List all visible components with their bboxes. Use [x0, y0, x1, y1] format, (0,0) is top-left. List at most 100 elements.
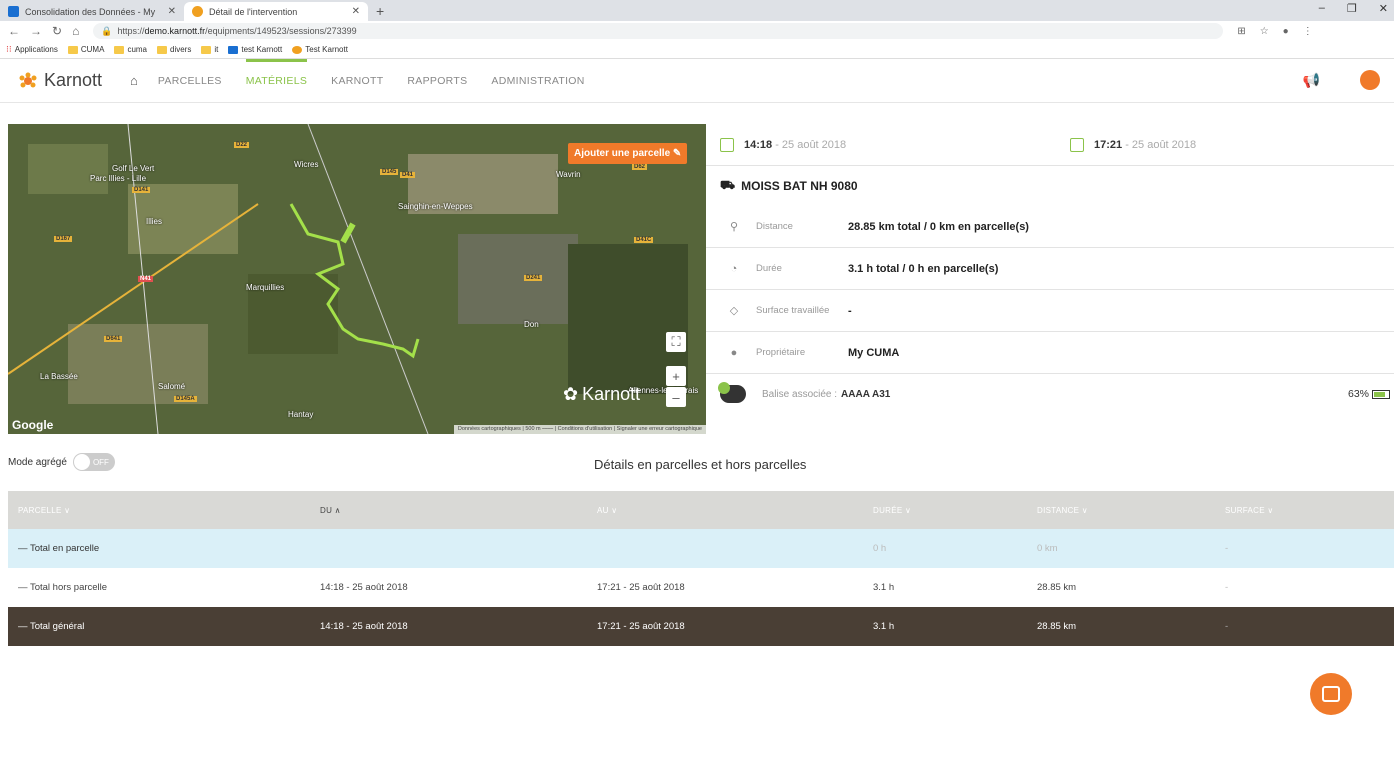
- restore-icon[interactable]: ❐: [1347, 2, 1357, 15]
- nav-rapports[interactable]: RAPPORTS: [407, 59, 467, 103]
- app-navbar: Karnott ⌂ PARCELLES MATÉRIELS KARNOTT RA…: [0, 58, 1394, 103]
- minimize-icon[interactable]: –: [1319, 2, 1325, 15]
- map-view[interactable]: Golf Le Vert Parc Illies - Lille Illies …: [8, 124, 706, 434]
- bookmark-cuma-lower[interactable]: cuma: [114, 45, 147, 54]
- road-label: D145: [380, 169, 399, 175]
- karnott-logo[interactable]: Karnott: [18, 70, 102, 91]
- beacon-row: Balise associée : AAAA A31 63%: [706, 374, 1394, 414]
- table-row-total[interactable]: — Total général 14:18 - 25 août 2018 17:21…: [8, 607, 1394, 646]
- brand-name: Karnott: [44, 70, 103, 90]
- reload-icon[interactable]: ↻: [52, 24, 62, 38]
- col-duree[interactable]: DURÉE ∨: [873, 491, 1037, 529]
- bookmark-cuma[interactable]: CUMA: [67, 45, 104, 54]
- zoom-out-button[interactable]: –: [666, 387, 686, 407]
- owner-row: ● Propriétaire My CUMA: [706, 332, 1394, 374]
- map-attribution[interactable]: Données cartographiques | 500 m ⎯⎯⎯⎯ | C…: [453, 425, 706, 434]
- browser-tab-detail[interactable]: Détail de l'intervention ✕: [184, 2, 368, 21]
- table-header: PARCELLE ∨ DU ∧ AU ∨ DURÉE ∨ DISTANCE ∨ …: [8, 491, 1394, 529]
- close-tab-icon[interactable]: ✕: [352, 6, 360, 17]
- end-datetime: 17:21 - 25 août 2018: [1094, 138, 1197, 151]
- chat-launcher-button[interactable]: [1310, 673, 1352, 715]
- road-label: D167: [54, 236, 73, 242]
- layers-icon: ◇: [729, 305, 739, 317]
- back-icon[interactable]: ←: [8, 24, 20, 38]
- col-surface[interactable]: SURFACE ∨: [1225, 491, 1394, 529]
- bookmark-divers[interactable]: divers: [157, 45, 191, 54]
- bookmark-test-karnott-2[interactable]: Test Karnott: [292, 45, 348, 54]
- map-label: Golf Le Vert: [112, 164, 155, 173]
- beacon-id: AAAA A31: [841, 388, 891, 400]
- browser-tab-consolidation[interactable]: Consolidation des Données - My ✕: [0, 2, 184, 21]
- road-label: N41: [138, 276, 154, 282]
- calendar-icon: [1070, 137, 1084, 152]
- close-window-icon[interactable]: ✕: [1379, 2, 1388, 15]
- url-scheme: https://: [117, 26, 145, 36]
- karnott-logo-icon: [19, 72, 37, 87]
- user-avatar-icon[interactable]: [1360, 70, 1380, 90]
- map-label: Wavrin: [556, 170, 581, 179]
- home-nav-icon[interactable]: ⌂: [130, 73, 138, 88]
- road-label: D141: [132, 187, 151, 193]
- clock-icon: ◔: [730, 262, 738, 275]
- battery-icon: [1372, 389, 1390, 399]
- profile-icon[interactable]: ⋮: [1303, 26, 1313, 37]
- extension-icon[interactable]: ●: [1283, 26, 1289, 37]
- chat-icon: [1322, 686, 1340, 702]
- map-label: Sainghin-en-Weppes: [398, 202, 473, 211]
- bookmark-test-karnott[interactable]: test Karnott: [228, 45, 282, 54]
- session-dates: 14:18 - 25 août 2018 17:21 - 25 août 201…: [706, 124, 1394, 166]
- road-label: D22: [234, 142, 250, 148]
- nav-karnott[interactable]: KARNOTT: [331, 59, 383, 103]
- bookmark-it[interactable]: it: [201, 45, 218, 54]
- session-info-panel: 14:18 - 25 août 2018 17:21 - 25 août 201…: [706, 124, 1394, 414]
- col-au[interactable]: AU ∨: [597, 491, 873, 529]
- surface-row: ◇ Surface travaillée -: [706, 290, 1394, 332]
- map-label: Marquillies: [246, 283, 285, 292]
- karnott-favicon-icon: [192, 6, 203, 17]
- battery-level: 63%: [1348, 388, 1390, 400]
- url-path: /equipments/149523/sessions/273399: [205, 26, 357, 36]
- browser-tab-strip: Consolidation des Données - My ✕ Détail d…: [0, 0, 1394, 21]
- url-input[interactable]: 🔒 https://demo.karnott.fr/equipments/1495…: [93, 23, 1224, 39]
- forward-icon[interactable]: →: [30, 24, 42, 38]
- folder-icon: [67, 45, 78, 54]
- nav-administration[interactable]: ADMINISTRATION: [491, 59, 584, 103]
- address-bar: ← → ↻ ⌂ 🔒 https://demo.karnott.fr/equipments…: [0, 21, 1394, 41]
- road-label: D641: [104, 336, 123, 342]
- aggregated-mode: Mode agrégé OFF: [8, 453, 115, 471]
- nav-materiels[interactable]: MATÉRIELS: [245, 58, 308, 103]
- translate-icon[interactable]: ⊞: [1237, 26, 1245, 37]
- start-datetime: 14:18 - 25 août 2018: [744, 138, 847, 151]
- new-tab-button[interactable]: +: [376, 3, 384, 19]
- road-label: D145A: [174, 396, 197, 402]
- home-icon[interactable]: ⌂: [72, 24, 79, 38]
- karnott-favicon-icon: [8, 6, 19, 17]
- karnott-watermark: ✿ Karnott: [563, 384, 641, 404]
- bookmark-star-icon[interactable]: ☆: [1260, 26, 1269, 37]
- map-label: Parc Illies - Lille: [90, 174, 147, 183]
- table-row[interactable]: — Total en parcelle 0 h0 km -: [8, 529, 1394, 568]
- bookmark-applications[interactable]: ⁝⁝ Applications: [6, 44, 58, 55]
- table-row[interactable]: — Total hors parcelle 14:18 - 25 août 201…: [8, 568, 1394, 607]
- map-label: Hantay: [288, 410, 314, 419]
- map-label: Salomé: [158, 382, 186, 391]
- karnott-favicon-icon: [228, 45, 239, 54]
- close-tab-icon[interactable]: ✕: [168, 6, 176, 17]
- nav-parcelles[interactable]: PARCELLES: [158, 59, 222, 103]
- window-controls: – ❐ ✕: [1319, 2, 1388, 15]
- google-logo: Google: [12, 418, 54, 432]
- col-parcelle[interactable]: PARCELLE ∨: [8, 491, 320, 529]
- col-distance[interactable]: DISTANCE ∨: [1037, 491, 1225, 529]
- distance-row: ⚲ Distance 28.85 km total / 0 km en parcel…: [706, 206, 1394, 248]
- col-du[interactable]: DU ∧: [320, 491, 597, 529]
- fullscreen-button[interactable]: ⛶: [666, 332, 686, 352]
- add-parcel-button[interactable]: Ajouter une parcelle ✎: [568, 143, 688, 164]
- announcement-icon[interactable]: 📢: [1303, 72, 1320, 89]
- map-label: Illies: [146, 217, 163, 226]
- bookmarks-bar: ⁝⁝ Applications CUMA cuma divers it test …: [0, 41, 1394, 59]
- zoom-in-button[interactable]: +: [666, 366, 686, 386]
- road-label: D41: [400, 172, 416, 178]
- share-route-icon: ⚲: [729, 221, 739, 233]
- aggregated-mode-toggle[interactable]: OFF: [72, 453, 115, 471]
- map-label: La Bassée: [40, 372, 78, 381]
